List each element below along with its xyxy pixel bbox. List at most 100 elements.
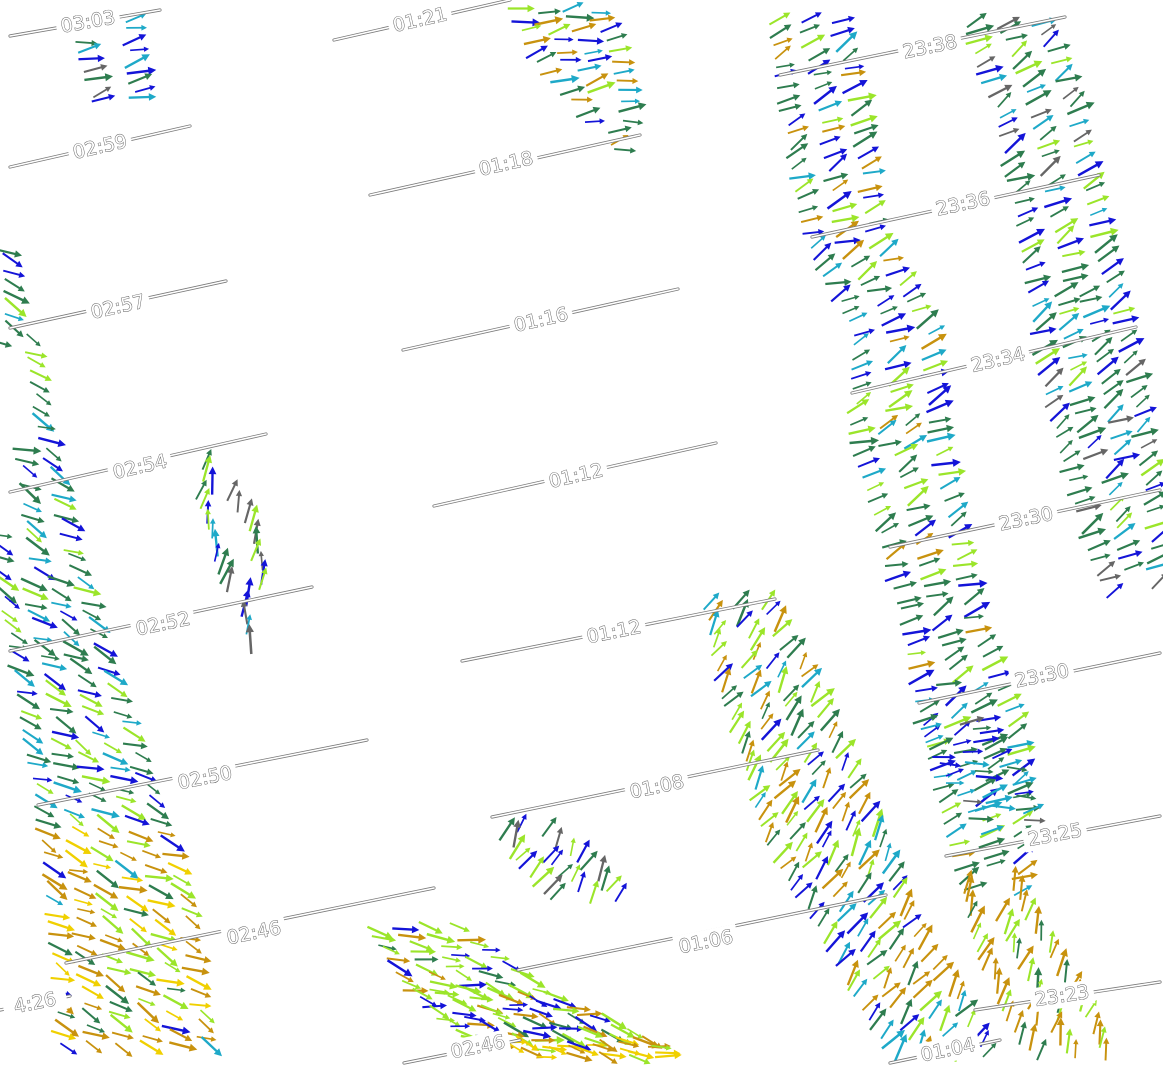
wind-vector-arrow xyxy=(764,650,782,671)
wind-vector-arrow xyxy=(28,379,52,396)
wind-vector-arrow xyxy=(1034,1037,1050,1062)
wind-vector-map: 03:03 02:59 02:57 02:54 02:52 02:50 02:46 02:46… xyxy=(0,0,1163,1069)
wind-vector-arrow xyxy=(126,65,157,78)
wind-vector-arrow xyxy=(162,850,190,861)
wind-vector-arrow xyxy=(1058,461,1086,476)
track-line: 01:08 xyxy=(490,748,820,819)
wind-vector-arrow xyxy=(31,404,52,419)
wind-vector-arrow xyxy=(134,83,157,95)
wind-vector-arrow xyxy=(40,859,69,882)
wind-vector-arrow xyxy=(1038,919,1045,941)
wind-vector-arrow xyxy=(41,455,65,475)
wind-vector-arrow xyxy=(155,975,186,988)
wind-vector-arrow xyxy=(61,637,91,660)
wind-vector-arrow xyxy=(861,465,888,481)
wind-vector-arrow xyxy=(876,292,896,309)
wind-vector-arrow xyxy=(906,633,932,649)
wind-vector-arrow xyxy=(1035,353,1063,379)
wind-vector-arrow xyxy=(605,31,629,44)
wind-vector-arrow xyxy=(850,369,873,382)
wind-vector-arrow xyxy=(106,964,133,977)
track-line: 02:46 xyxy=(402,1029,522,1065)
wind-vector-arrow xyxy=(1024,956,1037,982)
track-line: 4:26 xyxy=(0,984,72,1022)
wind-vector-arrow xyxy=(97,664,122,678)
wind-vector-arrow xyxy=(621,98,641,105)
wind-vector-arrow xyxy=(876,417,899,437)
wind-vector-arrow xyxy=(914,684,939,695)
wind-vector-arrow xyxy=(1068,393,1097,409)
wind-vector-arrow xyxy=(1063,1027,1074,1054)
wind-vector-arrow xyxy=(20,726,46,747)
wind-vector-arrow xyxy=(103,972,128,995)
wind-vector-arrow xyxy=(1123,559,1146,573)
wind-vector-arrow xyxy=(763,820,776,844)
wind-vector-arrow xyxy=(80,983,106,1002)
wind-vector-arrow xyxy=(826,151,850,174)
wind-vector-arrow xyxy=(234,489,243,513)
wind-vector-arrow xyxy=(951,539,975,548)
wind-vector-arrow xyxy=(1057,295,1082,309)
wind-vector-arrow xyxy=(1086,433,1104,450)
wind-vector-arrow xyxy=(839,800,852,823)
wind-vector-arrow xyxy=(889,333,911,345)
wind-vector-arrow xyxy=(181,963,211,977)
wind-vector-arrow xyxy=(64,836,94,858)
wind-vector-arrow xyxy=(1111,520,1138,542)
wind-vector-arrow xyxy=(144,861,169,876)
wind-vector-arrow xyxy=(1089,205,1109,218)
wind-vector-arrow xyxy=(849,253,872,270)
wind-vector-arrow xyxy=(884,264,912,279)
wind-vector-arrow xyxy=(109,772,140,786)
track-line: 02:54 xyxy=(8,432,268,494)
wind-vector-arrow xyxy=(547,20,572,38)
wind-vector-arrow xyxy=(1145,547,1163,567)
wind-vector-arrow xyxy=(1100,469,1131,487)
wind-vector-arrow xyxy=(876,917,904,943)
wind-vector-arrow xyxy=(887,984,909,1010)
wind-vector-arrow xyxy=(1037,153,1064,179)
wind-vector-arrow xyxy=(93,890,121,915)
wind-vector-arrow xyxy=(76,906,96,916)
wind-vector-arrow xyxy=(613,145,637,155)
wind-vector-arrow xyxy=(392,924,420,934)
wind-vector-arrow xyxy=(24,601,49,612)
wind-vector-arrow xyxy=(20,511,46,526)
wind-vector-arrow xyxy=(42,670,69,694)
wind-vector-arrow xyxy=(90,92,117,105)
wind-vector-arrow xyxy=(613,66,636,77)
wind-vector-arrow xyxy=(1086,537,1113,554)
wind-vector-arrow xyxy=(1134,392,1152,409)
wind-vector-arrow xyxy=(799,31,827,52)
wind-vector-arrow xyxy=(879,304,899,317)
wind-vector-arrow xyxy=(50,585,74,605)
wind-vector-arrow xyxy=(166,859,194,878)
wind-vector-arrow xyxy=(59,616,83,638)
wind-swath xyxy=(193,447,270,655)
wind-vector-arrow xyxy=(1143,516,1163,533)
wind-vector-arrow xyxy=(878,1017,897,1041)
wind-vector-arrow xyxy=(115,793,138,805)
wind-vector-arrow xyxy=(954,979,967,1000)
wind-vector-arrow xyxy=(576,62,603,74)
wind-vector-arrow xyxy=(775,61,796,71)
wind-vector-arrow xyxy=(1068,117,1091,130)
wind-vector-arrow xyxy=(813,854,832,881)
wind-vector-arrow xyxy=(849,436,880,448)
wind-vector-arrow xyxy=(72,885,98,902)
wind-vector-arrow xyxy=(597,1049,620,1067)
wind-vector-arrow xyxy=(931,593,957,619)
wind-vector-arrow xyxy=(19,574,50,595)
wind-vector-arrow xyxy=(577,848,601,873)
wind-vector-arrow xyxy=(840,76,870,97)
wind-vector-arrow xyxy=(955,546,979,563)
wind-vector-arrow xyxy=(942,810,964,827)
wind-vector-arrow xyxy=(1014,195,1036,206)
wind-vector-arrow xyxy=(577,36,605,46)
wind-vector-arrow xyxy=(377,942,398,953)
wind-vector-arrow xyxy=(52,778,84,796)
wind-vector-arrow xyxy=(76,672,99,690)
wind-vector-arrow xyxy=(1074,405,1098,417)
wind-vector-arrow xyxy=(952,559,979,570)
wind-vector-arrow xyxy=(943,490,966,504)
